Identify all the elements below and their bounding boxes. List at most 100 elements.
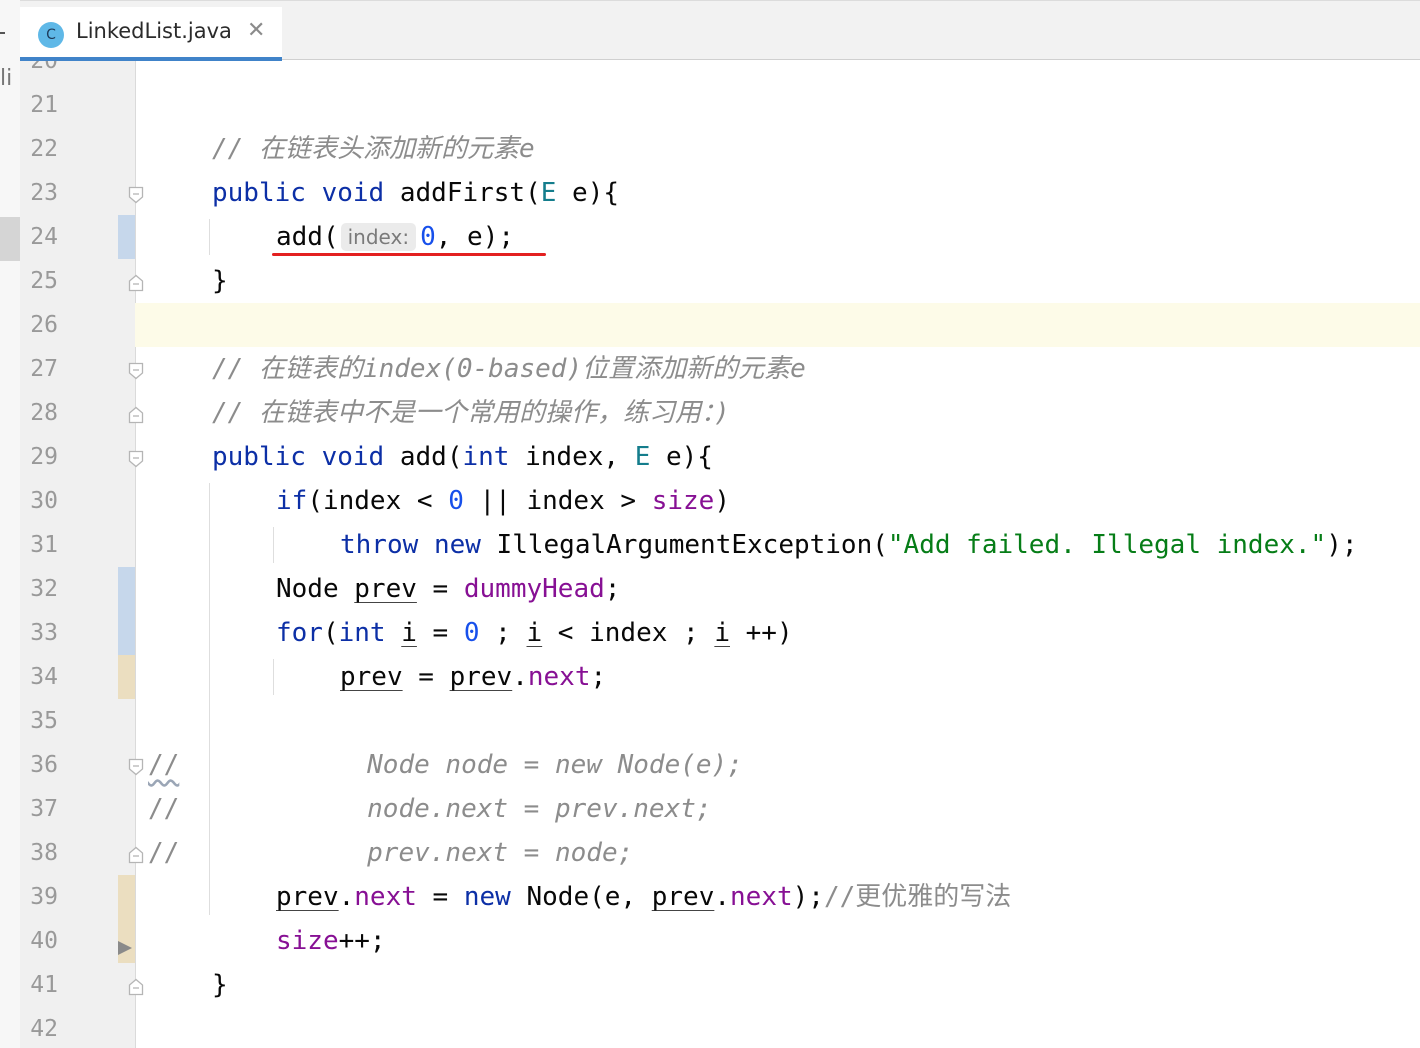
line-number[interactable]: 22 bbox=[20, 135, 58, 163]
line-number[interactable]: 33 bbox=[20, 619, 58, 647]
code-text[interactable]: ; bbox=[605, 574, 621, 604]
code-text[interactable]: } bbox=[212, 266, 228, 296]
code-line[interactable]: 37 // node.next = prev.next; bbox=[20, 787, 1420, 831]
field-token[interactable]: next bbox=[730, 882, 793, 912]
fold-start-icon[interactable] bbox=[128, 758, 144, 776]
code-line[interactable]: 34 prev = prev.next; bbox=[20, 655, 1420, 699]
variable-token[interactable]: i bbox=[714, 618, 730, 648]
code-text[interactable] bbox=[306, 178, 322, 208]
line-number[interactable]: 32 bbox=[20, 575, 58, 603]
code-content[interactable]: prev = prev.next; bbox=[340, 661, 606, 693]
code-editor[interactable]: 21 22 // 在链表头添加新的元素e 23 public void addFirst… bbox=[20, 61, 1420, 1048]
code-text[interactable]: addFirst( bbox=[384, 178, 541, 208]
code-line[interactable]: 42 bbox=[20, 1007, 1420, 1048]
number-literal[interactable]: 0 bbox=[464, 618, 480, 648]
panel-toggle-mark[interactable] bbox=[0, 32, 5, 34]
code-line[interactable]: 40 size++; bbox=[20, 919, 1420, 963]
variable-token[interactable]: prev bbox=[354, 574, 417, 604]
line-number[interactable]: 27 bbox=[20, 355, 58, 383]
tab-linkedlist-java[interactable]: C LinkedList.java ✕ bbox=[20, 7, 282, 61]
vcs-added-marker[interactable] bbox=[118, 655, 135, 699]
code-text[interactable]: . bbox=[714, 882, 730, 912]
code-text[interactable]: ++) bbox=[730, 618, 793, 648]
comment-token[interactable]: // bbox=[148, 794, 179, 824]
code-text[interactable] bbox=[418, 530, 434, 560]
code-line[interactable]: 29 public void add(int index, E e){ bbox=[20, 435, 1420, 479]
vcs-modified-marker[interactable] bbox=[118, 611, 135, 655]
code-text[interactable]: ; bbox=[480, 618, 527, 648]
code-line[interactable]: 39 prev.next = new Node(e, prev.next);//更… bbox=[20, 875, 1420, 919]
code-text[interactable]: Node bbox=[276, 574, 354, 604]
code-content[interactable]: if(index < 0 || index > size) bbox=[276, 485, 730, 517]
line-number[interactable]: 42 bbox=[20, 1015, 58, 1043]
code-text[interactable]: e){ bbox=[556, 178, 619, 208]
code-content[interactable]: // 在链表头添加新的元素e bbox=[212, 133, 535, 165]
line-number[interactable]: 21 bbox=[20, 91, 58, 119]
code-text[interactable]: = bbox=[403, 662, 450, 692]
keyword-token[interactable]: throw bbox=[340, 530, 418, 560]
code-line[interactable]: 32 Node prev = dummyHead; bbox=[20, 567, 1420, 611]
close-icon[interactable]: ✕ bbox=[247, 18, 265, 43]
code-line[interactable]: 22 // 在链表头添加新的元素e bbox=[20, 127, 1420, 171]
code-text[interactable]: Node(e, bbox=[511, 882, 652, 912]
comment-token[interactable]: // 在链表中不是一个常用的操作，练习用：) bbox=[212, 398, 730, 428]
code-text[interactable] bbox=[306, 442, 322, 472]
vcs-modified-marker[interactable] bbox=[118, 215, 135, 259]
code-content[interactable]: prev.next = new Node(e, prev.next);//更优雅… bbox=[276, 881, 1011, 913]
code-line[interactable]: 41} bbox=[20, 941, 1420, 1007]
code-text[interactable]: < index ; bbox=[542, 618, 714, 648]
variable-token[interactable]: i bbox=[401, 618, 417, 648]
code-line[interactable]: 30 if(index < 0 || index > size) bbox=[20, 479, 1420, 523]
line-number[interactable]: 23 bbox=[20, 179, 58, 207]
code-text[interactable]: add( bbox=[276, 222, 339, 252]
type-parameter[interactable]: E bbox=[541, 178, 557, 208]
fold-start-icon[interactable] bbox=[128, 362, 144, 380]
vcs-modified-marker[interactable] bbox=[118, 567, 135, 611]
line-number[interactable]: 24 bbox=[20, 223, 58, 251]
code-text[interactable]: ); bbox=[793, 882, 824, 912]
code-content[interactable]: add(index: 0, e); bbox=[276, 221, 514, 253]
line-number[interactable]: 28 bbox=[20, 399, 58, 427]
keyword-token[interactable]: new bbox=[464, 882, 511, 912]
code-text[interactable]: ) bbox=[714, 486, 730, 516]
code-content[interactable]: // node.next = prev.next; bbox=[148, 793, 712, 825]
variable-token[interactable]: prev bbox=[450, 662, 513, 692]
code-text[interactable]: index, bbox=[509, 442, 634, 472]
variable-token[interactable]: prev bbox=[276, 882, 339, 912]
comment-token[interactable]: //更优雅的写法 bbox=[824, 882, 1011, 912]
code-content[interactable]: } bbox=[212, 969, 228, 1001]
code-text[interactable]: e){ bbox=[650, 442, 713, 472]
fold-end-icon[interactable] bbox=[128, 978, 144, 996]
code-content[interactable]: throw new IllegalArgumentException("Add … bbox=[340, 529, 1358, 561]
line-number[interactable]: 30 bbox=[20, 487, 58, 515]
code-text[interactable]: = bbox=[417, 882, 464, 912]
code-text[interactable]: . bbox=[512, 662, 528, 692]
code-content[interactable]: size++; bbox=[276, 925, 386, 957]
comment-token[interactable]: // 在链表头添加新的元素e bbox=[212, 134, 535, 164]
code-text[interactable]: (index < bbox=[307, 486, 448, 516]
variable-token[interactable]: prev bbox=[340, 662, 403, 692]
type-parameter[interactable]: E bbox=[635, 442, 651, 472]
code-text[interactable]: , e); bbox=[436, 222, 514, 252]
code-content[interactable]: // 在链表的index(0-based)位置添加新的元素e bbox=[212, 353, 806, 385]
code-content[interactable]: // prev.next = node; bbox=[148, 837, 633, 869]
code-content[interactable]: // Node node = new Node(e); bbox=[148, 749, 743, 781]
comment-token[interactable]: node.next = prev.next; bbox=[179, 794, 711, 824]
comment-token[interactable]: prev.next = node; bbox=[179, 838, 633, 868]
variable-token[interactable]: i bbox=[527, 618, 543, 648]
code-text[interactable]: = bbox=[417, 618, 464, 648]
keyword-token[interactable]: public bbox=[212, 178, 306, 208]
keyword-token[interactable]: public bbox=[212, 442, 306, 472]
code-line[interactable]: 27 // 在链表的index(0-based)位置添加新的元素e bbox=[20, 347, 1420, 391]
line-number[interactable]: 25 bbox=[20, 267, 58, 295]
code-text[interactable]: . bbox=[339, 882, 355, 912]
keyword-token[interactable]: if bbox=[276, 486, 307, 516]
code-line[interactable]: 21 bbox=[20, 83, 1420, 127]
line-number[interactable]: 31 bbox=[20, 531, 58, 559]
comment-token[interactable]: // bbox=[148, 750, 179, 780]
line-number[interactable]: 36 bbox=[20, 751, 58, 779]
fold-start-icon[interactable] bbox=[128, 450, 144, 468]
string-literal[interactable]: "Add failed. Illegal index." bbox=[888, 530, 1326, 560]
keyword-token[interactable]: new bbox=[434, 530, 481, 560]
code-content[interactable]: public void add(int index, E e){ bbox=[212, 441, 713, 473]
